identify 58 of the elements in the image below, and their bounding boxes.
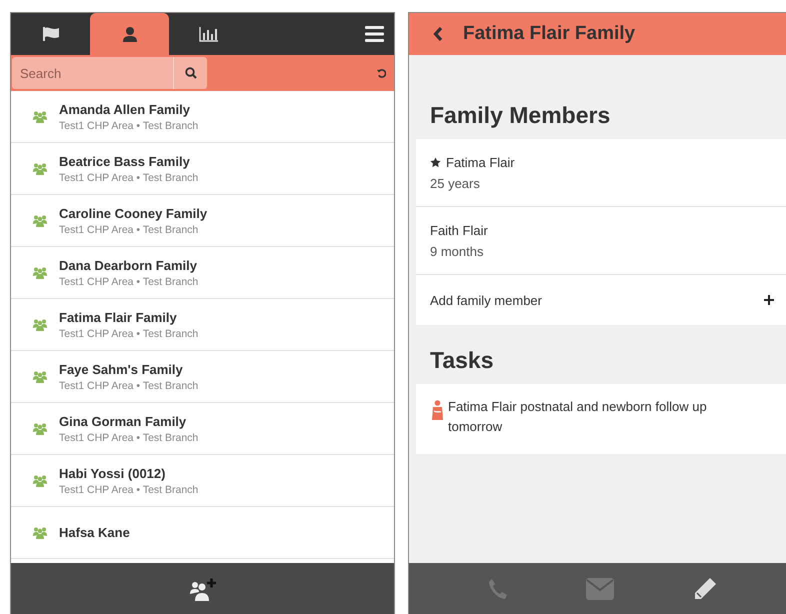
family-name: Faye Sahm's Family — [59, 362, 184, 376]
chevron-left-icon — [433, 26, 443, 42]
search-icon — [184, 67, 196, 79]
family-location: Test1 CHP Area • Test Branch — [59, 276, 198, 288]
group-icon — [33, 214, 47, 226]
family-name: Caroline Cooney Family — [59, 206, 208, 220]
phone-icon — [488, 578, 508, 600]
member-name: Fatima Flair — [446, 154, 515, 170]
family-name: Beatrice Bass Family — [59, 154, 191, 168]
group-icon — [33, 422, 47, 434]
screen-title: Fatima Flair Family — [463, 23, 636, 45]
family-location: Test1 CHP Area • Test Branch — [59, 380, 198, 392]
task-text: Fatima Flair postnatal and newborn follow up tomorrow — [448, 398, 708, 436]
edit-button[interactable] — [692, 576, 717, 600]
bar-chart-icon — [198, 26, 218, 42]
member-item[interactable]: Faith Flair 9 months — [416, 207, 786, 275]
group-icon — [33, 162, 47, 174]
family-name: Fatima Flair Family — [59, 310, 178, 324]
family-location: Test1 CHP Area • Test Branch — [59, 328, 198, 340]
family-name: Hafsa Kane — [59, 525, 130, 540]
member-age: 25 years — [430, 176, 481, 190]
group-icon — [33, 266, 47, 278]
family-name: Gina Gorman Family — [59, 414, 188, 428]
add-member-label: Add family member — [430, 292, 542, 308]
plus-icon — [764, 295, 774, 305]
section-heading: Tasks — [429, 347, 495, 375]
add-member-item[interactable]: Add family member — [416, 275, 786, 325]
section-heading: Family Members — [429, 102, 612, 130]
group-icon — [33, 474, 47, 486]
add-group-icon — [190, 576, 216, 600]
member-item[interactable]: Fatima Flair 25 years — [416, 139, 786, 207]
search-field[interactable]: Search — [12, 57, 174, 89]
family-location: Test1 CHP Area • Test Branch — [59, 224, 200, 236]
flag-icon — [42, 27, 60, 41]
group-icon — [33, 318, 47, 330]
family-name: Habi Yossi (0012) — [59, 466, 166, 480]
menu-icon — [364, 26, 384, 42]
family-name: Dana Dearborn Family — [59, 258, 198, 272]
family-location: Test1 CHP Area • Test Branch — [59, 120, 198, 132]
back-button[interactable] — [433, 26, 443, 42]
tab[interactable] — [90, 13, 169, 55]
group-icon — [33, 526, 47, 538]
add-family-button[interactable] — [190, 576, 216, 600]
family-location: Test1 CHP Area • Test Branch — [59, 172, 198, 184]
refresh-icon — [376, 68, 386, 78]
family-location: Test1 CHP Area • Test Branch — [59, 484, 198, 496]
person-icon — [122, 26, 136, 42]
envelope-icon — [586, 578, 614, 600]
family-name: Amanda Allen Family — [59, 102, 191, 116]
search-button[interactable] — [174, 57, 207, 89]
pencil-icon — [692, 576, 717, 600]
family-location: Test1 CHP Area • Test Branch — [59, 432, 198, 444]
member-age: 9 months — [430, 244, 484, 258]
mother-baby-icon — [432, 400, 443, 420]
member-name: Faith Flair — [430, 222, 488, 238]
group-icon — [33, 110, 47, 122]
task-item[interactable]: Fatima Flair postnatal and newborn follow up tomorrow — [416, 384, 786, 454]
group-icon — [33, 370, 47, 382]
